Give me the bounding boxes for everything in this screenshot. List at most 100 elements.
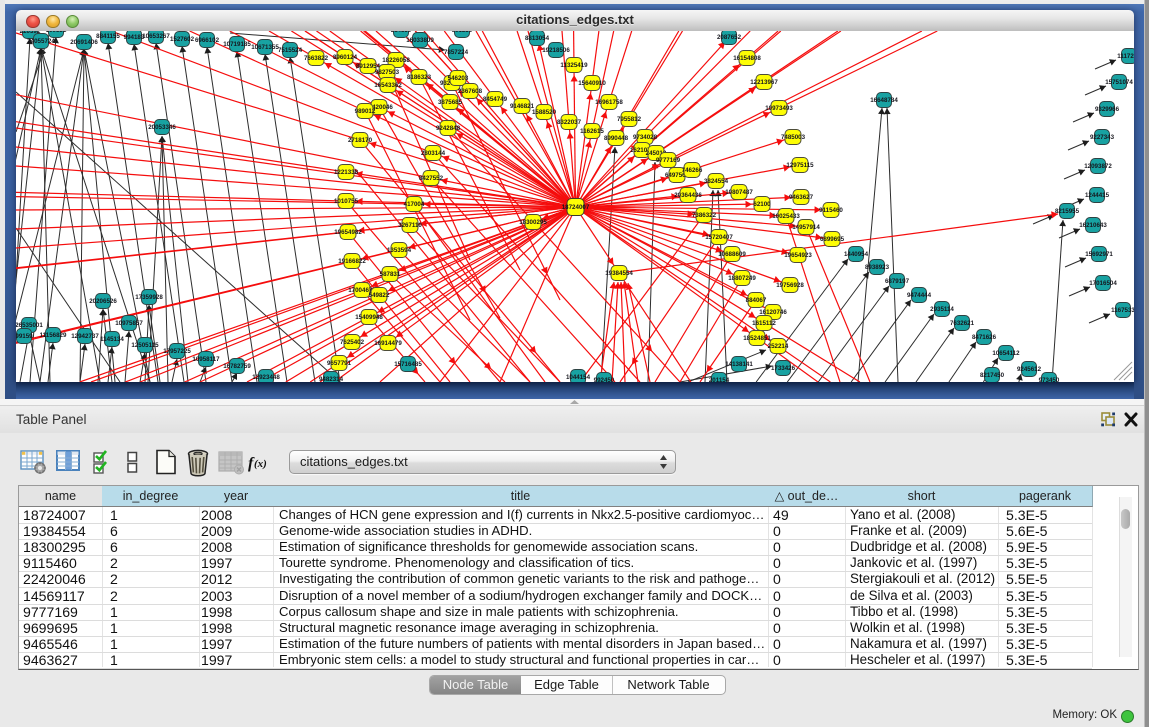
svg-text:973450: 973450 <box>1039 377 1060 382</box>
svg-text:1044154: 1044154 <box>566 374 591 381</box>
svg-text:1010755: 1010755 <box>334 198 359 205</box>
svg-text:8427552: 8427552 <box>419 175 444 182</box>
svg-text:2087652: 2087652 <box>717 34 742 41</box>
svg-text:9777169: 9777169 <box>656 157 681 164</box>
svg-text:8322037: 8322037 <box>557 119 582 126</box>
svg-text:10671355: 10671355 <box>251 44 279 51</box>
svg-text:9227343: 9227343 <box>1090 134 1115 141</box>
svg-text:991250: 991250 <box>452 31 473 34</box>
svg-text:9242848: 9242848 <box>436 125 461 132</box>
svg-text:2803144: 2803144 <box>421 150 446 157</box>
svg-text:18226058: 18226058 <box>382 57 410 64</box>
svg-text:16782759: 16782759 <box>223 363 251 370</box>
svg-text:9245612: 9245612 <box>1017 366 1042 373</box>
svg-text:17016504: 17016504 <box>1089 280 1117 287</box>
svg-text:19166822: 19166822 <box>338 258 366 265</box>
svg-text:20691406: 20691406 <box>70 39 98 46</box>
svg-text:8938923: 8938923 <box>865 264 890 271</box>
svg-text:6966102: 6966102 <box>195 37 220 44</box>
svg-text:19654982: 19654982 <box>334 229 362 236</box>
svg-text:8960124: 8960124 <box>333 54 358 61</box>
svg-text:992450: 992450 <box>594 377 615 382</box>
svg-text:12975115: 12975115 <box>786 162 814 169</box>
svg-text:10807487: 10807487 <box>725 189 753 196</box>
svg-text:18300295: 18300295 <box>519 219 547 226</box>
svg-text:16033809: 16033809 <box>406 37 434 44</box>
svg-text:417004: 417004 <box>404 201 425 208</box>
svg-text:7955812: 7955812 <box>617 116 642 123</box>
svg-text:24055724: 24055724 <box>27 38 55 45</box>
svg-text:10719185: 10719185 <box>223 41 251 48</box>
svg-text:(x): (x) <box>254 458 267 470</box>
svg-text:2718170: 2718170 <box>348 137 373 144</box>
svg-text:549822: 549822 <box>369 292 390 299</box>
svg-text:9657791: 9657791 <box>327 360 352 367</box>
svg-text:19756928: 19756928 <box>776 282 804 289</box>
svg-text:1117202: 1117202 <box>1117 53 1134 60</box>
svg-text:7663822: 7663822 <box>304 55 329 62</box>
svg-text:9734028: 9734028 <box>633 134 658 141</box>
svg-text:16543362: 16543362 <box>374 82 402 89</box>
svg-text:7625402: 7625402 <box>340 339 365 346</box>
svg-text:12213967: 12213967 <box>750 79 778 86</box>
svg-text:16210643: 16210643 <box>1079 222 1107 229</box>
svg-text:19384554: 19384554 <box>605 270 633 277</box>
svg-text:15692971: 15692971 <box>1085 251 1113 258</box>
svg-text:3267110: 3267110 <box>398 222 422 229</box>
svg-text:15716485: 15716485 <box>394 361 422 368</box>
svg-text:1145134: 1145134 <box>100 336 124 343</box>
svg-text:989012: 989012 <box>355 108 376 115</box>
svg-text:20364436: 20364436 <box>674 192 702 199</box>
svg-text:10654112: 10654112 <box>992 350 1020 357</box>
svg-text:10975857: 10975857 <box>115 320 143 327</box>
svg-text:2367608: 2367608 <box>458 88 483 95</box>
svg-text:201154: 201154 <box>709 377 730 382</box>
svg-text:1221338: 1221338 <box>334 169 359 176</box>
svg-text:9482314: 9482314 <box>319 376 344 382</box>
svg-text:18724007: 18724007 <box>562 204 590 211</box>
svg-text:7515524: 7515524 <box>278 47 303 54</box>
svg-text:20053346: 20053346 <box>148 124 176 131</box>
svg-text:14138141: 14138141 <box>725 361 753 368</box>
svg-text:9329966: 9329966 <box>1095 106 1120 113</box>
svg-text:15720407: 15720407 <box>705 234 733 241</box>
svg-text:1353594: 1353594 <box>387 247 412 254</box>
svg-text:10653267: 10653267 <box>142 33 170 40</box>
svg-text:546203: 546203 <box>448 75 469 82</box>
svg-text:109331: 109331 <box>46 31 67 34</box>
svg-text:587831: 587831 <box>380 271 401 278</box>
svg-text:8215955: 8215955 <box>1055 208 1080 215</box>
svg-text:1588520: 1588520 <box>532 109 557 116</box>
svg-text:99159: 99159 <box>16 333 33 340</box>
svg-text:12093872: 12093872 <box>1084 163 1112 170</box>
svg-text:1167533: 1167533 <box>1111 307 1134 314</box>
svg-text:26535001: 26535001 <box>16 322 43 329</box>
svg-text:19654923: 19654923 <box>784 252 812 259</box>
svg-text:12923448: 12923448 <box>252 374 280 381</box>
svg-text:6899695: 6899695 <box>820 236 845 243</box>
svg-text:11156829: 11156829 <box>40 332 67 339</box>
svg-text:6879197: 6879197 <box>885 278 910 285</box>
svg-text:12505115: 12505115 <box>131 342 159 349</box>
svg-text:16154808: 16154808 <box>733 55 761 62</box>
svg-text:15409948: 15409948 <box>355 314 383 321</box>
svg-text:10973493: 10973493 <box>765 105 793 112</box>
svg-text:3875685: 3875685 <box>438 99 463 106</box>
svg-text:1733426: 1733426 <box>771 365 796 372</box>
svg-text:10958117: 10958117 <box>192 356 220 363</box>
svg-text:7632621: 7632621 <box>950 320 975 327</box>
svg-text:16961758: 16961758 <box>595 99 623 106</box>
svg-text:7485003: 7485003 <box>781 134 806 141</box>
svg-text:1440954: 1440954 <box>844 251 869 258</box>
svg-text:16914479: 16914479 <box>374 340 402 347</box>
svg-text:16648784: 16648784 <box>870 97 898 104</box>
svg-text:3824554: 3824554 <box>704 178 729 185</box>
svg-text:18524851: 18524851 <box>743 335 771 342</box>
svg-text:8471626: 8471626 <box>972 334 997 341</box>
svg-text:1527602: 1527602 <box>170 36 195 43</box>
svg-text:8217450: 8217450 <box>980 372 1005 379</box>
svg-text:10688609: 10688609 <box>718 251 746 258</box>
svg-text:10025433: 10025433 <box>772 213 800 220</box>
svg-text:15640910: 15640910 <box>578 80 606 87</box>
svg-text:746266: 746266 <box>682 167 703 174</box>
